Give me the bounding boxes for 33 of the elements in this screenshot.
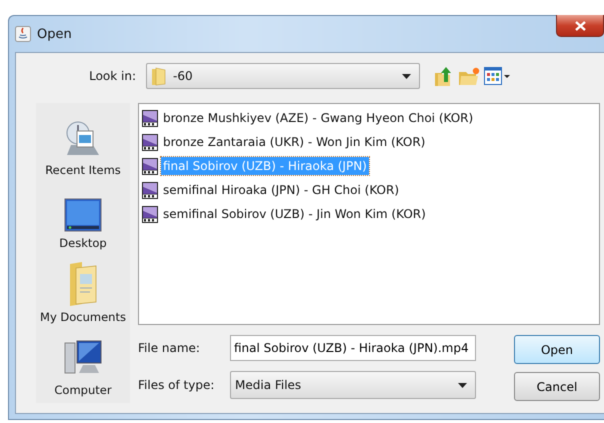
- file-type-dropdown[interactable]: Media Files: [230, 371, 476, 399]
- file-item[interactable]: semifinal Sobirov (UZB) - Jin Won Kim (KOR): [161, 205, 428, 223]
- cancel-button[interactable]: Cancel: [514, 372, 600, 401]
- look-in-dropdown[interactable]: -60: [146, 63, 420, 89]
- desktop-icon[interactable]: [64, 198, 102, 232]
- look-in-label: Look in:: [88, 69, 137, 83]
- close-button[interactable]: [556, 15, 604, 37]
- look-in-value: -60: [173, 69, 194, 83]
- file-name-label: File name:: [138, 341, 201, 355]
- mp4-file-icon: [142, 158, 158, 174]
- caret-icon: [458, 382, 467, 388]
- mp4-file-icon: [142, 134, 158, 150]
- file-item[interactable]: bronze Zantaraia (UKR) - Won Jin Kim (KOR): [161, 133, 428, 151]
- file-type-value: Media Files: [235, 378, 302, 392]
- file-type-label: Files of type:: [138, 378, 216, 392]
- caret-icon: [402, 74, 411, 78]
- mp4-file-icon: [142, 182, 158, 198]
- folder-icon: [151, 66, 167, 86]
- app-icon: [15, 26, 31, 42]
- mp4-file-icon: [142, 110, 158, 126]
- file-name-field[interactable]: final Sobirov (UZB) - Hiraoka (JPN).mp4: [230, 335, 476, 361]
- window-title: Open: [37, 26, 72, 42]
- place-label[interactable]: Computer: [54, 383, 112, 397]
- view-menu-icon[interactable]: [484, 67, 510, 85]
- file-item[interactable]: bronze Mushkiyev (AZE) - Gwang Hyeon Choi (KOR): [161, 109, 476, 127]
- close-icon: [574, 20, 586, 30]
- up-folder-icon[interactable]: [434, 65, 454, 87]
- file-item[interactable]: semifinal Hiroaka (JPN) - GH Choi (KOR): [161, 181, 401, 199]
- place-label[interactable]: Recent Items: [45, 162, 121, 176]
- place-label[interactable]: My Documents: [40, 310, 126, 324]
- open-button[interactable]: Open: [514, 335, 600, 364]
- place-label[interactable]: Desktop: [59, 236, 107, 250]
- mp4-file-icon: [142, 206, 158, 222]
